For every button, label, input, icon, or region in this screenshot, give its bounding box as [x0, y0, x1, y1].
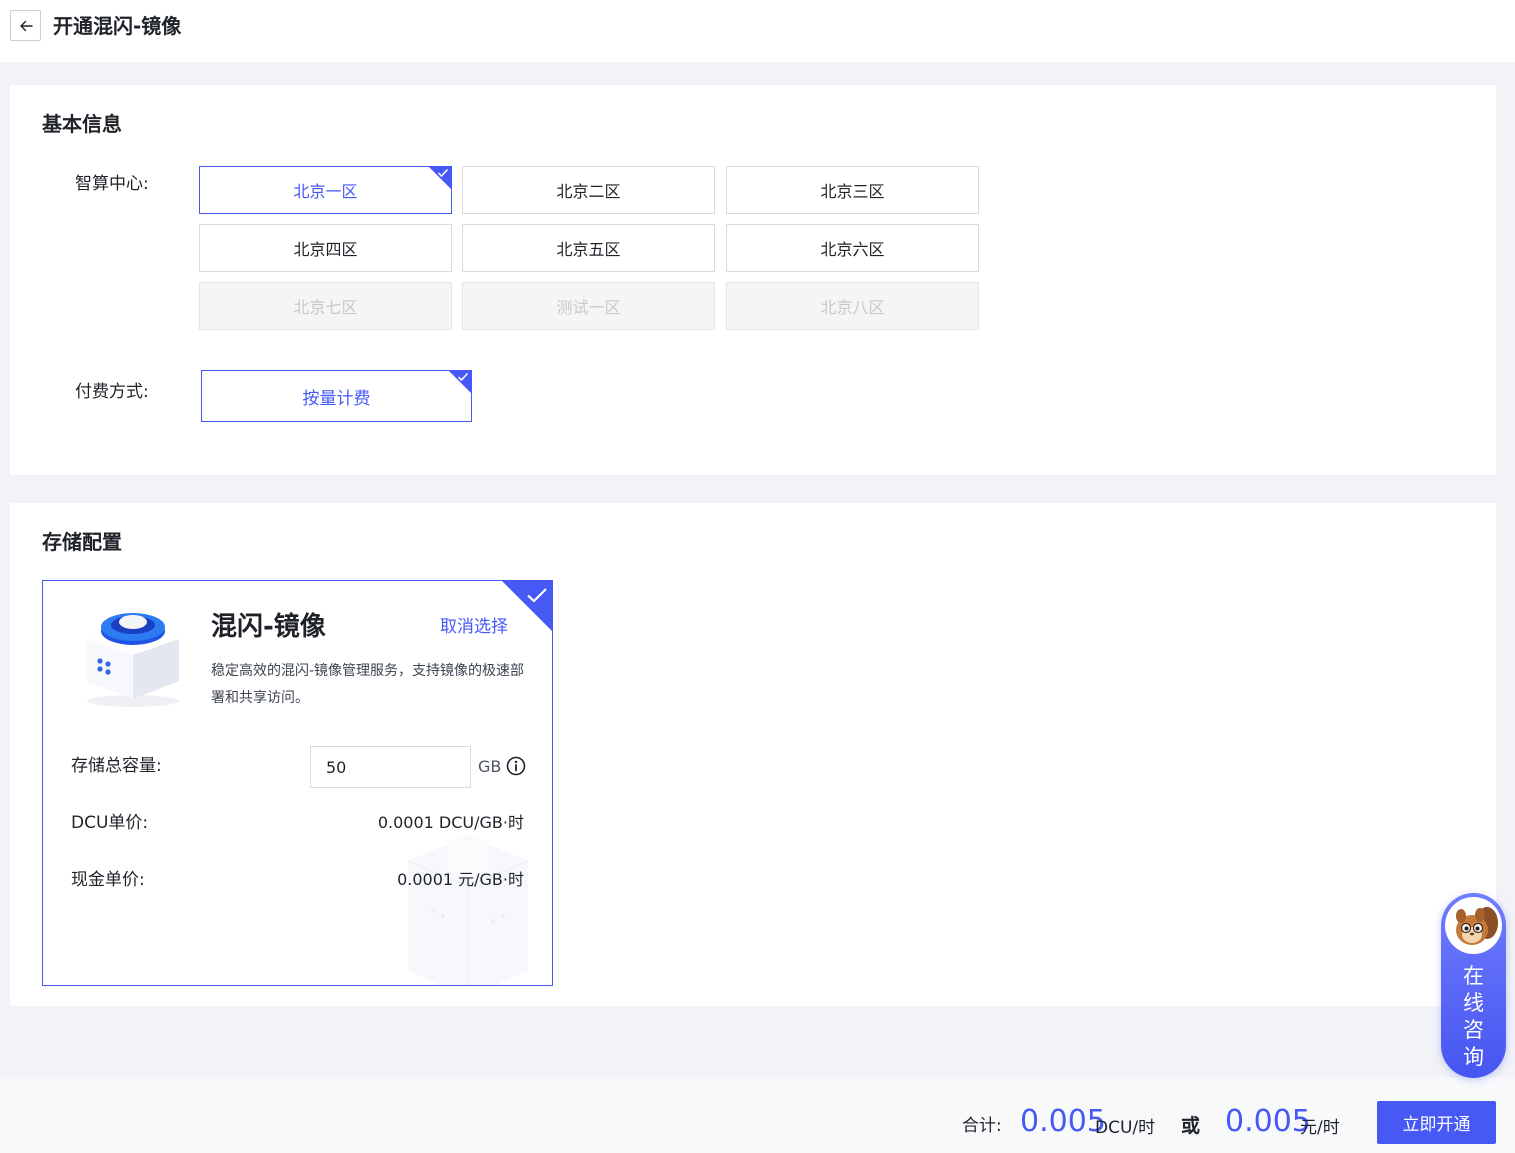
storage-config-card: 存储配置 混闪-镜像 取消选择 稳定高效的混闪-镜像管理服务，支持镜像的极速部署…: [10, 503, 1496, 1006]
center-option-2[interactable]: 北京二区: [462, 166, 715, 214]
product-description: 稳定高效的混闪-镜像管理服务，支持镜像的极速部署和共享访问。: [211, 663, 525, 706]
or-separator: 或: [1181, 1115, 1201, 1137]
center-option-5[interactable]: 北京五区: [462, 224, 715, 272]
center-option-3[interactable]: 北京三区: [726, 166, 979, 214]
consult-char: 咨: [1463, 1018, 1484, 1042]
consult-avatar: [1445, 897, 1502, 954]
total-cash-unit: 元/时: [1300, 1118, 1340, 1138]
center-option-label: 北京七区: [293, 298, 358, 317]
background-illustration: [407, 836, 529, 985]
basic-info-card: 基本信息 智算中心: 北京一区 北京二区 北京三区 北京四区 北京五区 北京六区…: [10, 85, 1496, 475]
check-icon: [457, 372, 469, 382]
total-dcu-price: 0.005: [1020, 1104, 1106, 1139]
center-option-8: 测试一区: [462, 282, 715, 330]
center-option-label: 北京二区: [556, 182, 621, 201]
center-option-9: 北京八区: [726, 282, 979, 330]
dcu-price-label: DCU单价:: [71, 813, 149, 833]
cancel-selection-link[interactable]: 取消选择: [440, 615, 508, 639]
center-option-label: 北京五区: [556, 240, 621, 259]
top-bar: 开通混闪-镜像: [0, 0, 1515, 62]
squirrel-mascot-icon: [1456, 907, 1498, 945]
payment-method-label: 付费方式:: [75, 382, 149, 402]
online-consult-button[interactable]: 在 线 咨 询: [1441, 893, 1506, 1078]
product-card[interactable]: 混闪-镜像 取消选择 稳定高效的混闪-镜像管理服务，支持镜像的极速部署和共享访问…: [42, 580, 553, 986]
center-option-label: 测试一区: [556, 298, 621, 317]
center-option-label: 北京六区: [820, 240, 885, 259]
consult-char: 询: [1463, 1045, 1484, 1069]
center-option-1[interactable]: 北京一区: [199, 166, 452, 214]
center-option-6[interactable]: 北京六区: [726, 224, 979, 272]
total-dcu-unit: DCU/时: [1095, 1118, 1156, 1138]
section-title-basic: 基本信息: [42, 112, 122, 136]
info-circle-icon[interactable]: [506, 756, 526, 776]
center-option-label: 北京八区: [820, 298, 885, 317]
center-option-label: 北京四区: [293, 240, 358, 259]
center-option-label: 北京一区: [293, 182, 358, 201]
center-option-7: 北京七区: [199, 282, 452, 330]
cash-price-label: 现金单价:: [71, 870, 145, 890]
center-option-4[interactable]: 北京四区: [199, 224, 452, 272]
section-title-storage: 存储配置: [42, 530, 122, 554]
capacity-unit: GB: [478, 757, 502, 776]
back-button[interactable]: [10, 10, 41, 41]
open-now-button[interactable]: 立即开通: [1377, 1101, 1496, 1144]
product-name: 混闪-镜像: [211, 612, 326, 642]
check-icon: [527, 588, 547, 603]
cash-price-value: 0.0001 元/GB·时: [397, 870, 524, 889]
page-title: 开通混闪-镜像: [53, 14, 182, 38]
consult-label: 在 线 咨 询: [1441, 963, 1506, 1071]
arrow-left-icon: [19, 20, 33, 31]
consult-char: 线: [1463, 991, 1484, 1015]
consult-char: 在: [1463, 964, 1484, 988]
bottom-bar: 合计: 0.005 DCU/时 或 0.005 元/时 立即开通: [0, 1077, 1515, 1153]
total-label: 合计:: [962, 1116, 1002, 1136]
payment-option-label: 按量计费: [302, 388, 371, 409]
dcu-price-value: 0.0001 DCU/GB·时: [377, 813, 524, 832]
total-cash-price: 0.005: [1225, 1104, 1311, 1139]
compute-center-label: 智算中心:: [75, 174, 149, 194]
center-option-label: 北京三区: [820, 182, 885, 201]
check-icon: [437, 168, 449, 178]
payment-option-pay-as-you-go[interactable]: 按量计费: [201, 370, 472, 422]
storage-product-icon: [87, 613, 179, 707]
capacity-label: 存储总容量:: [71, 756, 162, 776]
capacity-input[interactable]: [310, 746, 471, 788]
